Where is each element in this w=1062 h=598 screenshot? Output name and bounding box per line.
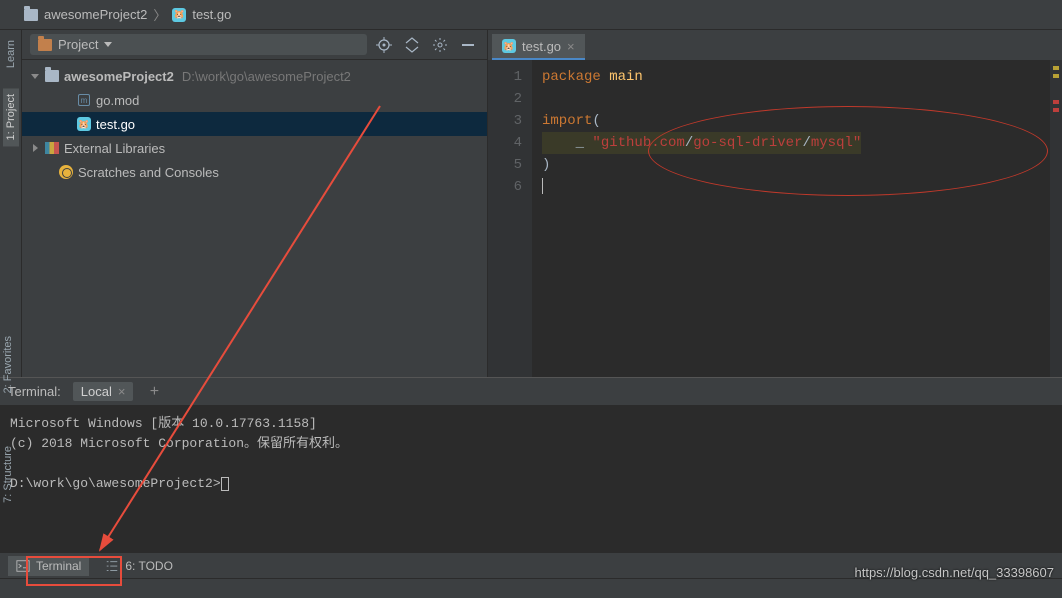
terminal-icon [16, 559, 30, 573]
terminal-panel: Terminal: Local × + Microsoft Windows [版… [0, 377, 1062, 552]
left-tool-strip: Learn 1: Project [0, 30, 22, 377]
terminal-add-button[interactable]: + [145, 383, 163, 401]
breadcrumb-separator: 〉 [153, 5, 166, 24]
close-icon[interactable]: × [118, 384, 126, 399]
string: mysql [811, 135, 853, 151]
go-file-icon: 🐹 [502, 39, 516, 53]
tab-label: test.go [522, 39, 561, 54]
terminal-tab-local[interactable]: Local × [73, 382, 134, 401]
terminal-line: (c) 2018 Microsoft Corporation。保留所有权利。 [10, 436, 348, 451]
line-number: 3 [488, 110, 522, 132]
bottom-todo-button[interactable]: 6: TODO [105, 559, 173, 573]
sep: / [685, 135, 693, 151]
project-header: Project [22, 30, 487, 60]
tree-scratches[interactable]: Scratches and Consoles [22, 160, 487, 184]
warning-mark[interactable] [1053, 74, 1059, 78]
module-icon: m [78, 94, 90, 106]
terminal-line: Microsoft Windows [版本 10.0.17763.1158] [10, 416, 317, 431]
line-number: 5 [488, 154, 522, 176]
go-file-icon: 🐹 [77, 117, 91, 131]
code-area[interactable]: 1 2 3 4 5 6 package main import( _ "gith… [488, 60, 1062, 377]
editor-panel: 🐹 test.go × 1 2 3 4 5 6 package main imp… [488, 30, 1062, 377]
expand-icon[interactable] [30, 144, 40, 152]
terminal-prompt: D:\work\go\awesomeProject2> [10, 476, 221, 491]
terminal-body[interactable]: Microsoft Windows [版本 10.0.17763.1158] (… [0, 406, 1062, 552]
expand-all-button[interactable] [401, 34, 423, 56]
settings-button[interactable] [429, 34, 451, 56]
libraries-icon [45, 142, 59, 154]
status-bar [0, 578, 1062, 598]
keyword: package [542, 69, 601, 85]
string: " [853, 135, 861, 151]
tree-external-libs-label: External Libraries [64, 141, 165, 156]
editor-tabs: 🐹 test.go × [488, 30, 1062, 60]
tree-item-gomod[interactable]: m go.mod [22, 88, 487, 112]
tool-structure[interactable]: 7: Structure [0, 440, 16, 509]
paren: ( [592, 113, 600, 129]
terminal-tab-label: Local [81, 384, 112, 399]
tree-scratches-label: Scratches and Consoles [78, 165, 219, 180]
error-mark[interactable] [1053, 100, 1059, 104]
line-number: 1 [488, 66, 522, 88]
tool-learn[interactable]: Learn [3, 34, 19, 74]
locate-button[interactable] [373, 34, 395, 56]
bottom-terminal-label: Terminal [36, 559, 81, 573]
terminal-caret [221, 477, 229, 491]
tree-item-label: go.mod [96, 93, 139, 108]
todo-icon [105, 559, 119, 573]
scratches-icon [59, 165, 73, 179]
tab-testgo[interactable]: 🐹 test.go × [492, 34, 585, 60]
main-area: Learn 1: Project Project awesomeProject2… [0, 30, 1062, 377]
tool-favorites[interactable]: 2: Favorites [0, 330, 16, 399]
tree-item-label: test.go [96, 117, 135, 132]
paren: ) [542, 157, 550, 173]
tool-project[interactable]: 1: Project [3, 88, 19, 146]
dropdown-icon [104, 42, 112, 47]
bottom-todo-label: 6: TODO [125, 559, 173, 573]
project-panel: Project awesomeProject2 D:\work\go\aweso… [22, 30, 488, 377]
line-number: 6 [488, 176, 522, 198]
string: go-sql-driver [693, 135, 802, 151]
line-number: 2 [488, 88, 522, 110]
expand-icon[interactable] [30, 74, 40, 79]
collapse-button[interactable] [457, 34, 479, 56]
string: github.com [601, 135, 685, 151]
breadcrumb-file-label: test.go [192, 7, 231, 22]
folder-icon [45, 70, 59, 82]
terminal-header: Terminal: Local × + [0, 378, 1062, 406]
breadcrumb-file[interactable]: 🐹 test.go [172, 7, 231, 22]
tree-root[interactable]: awesomeProject2 D:\work\go\awesomeProjec… [22, 64, 487, 88]
project-icon [38, 39, 52, 51]
tree-item-testgo[interactable]: 🐹 test.go [22, 112, 487, 136]
identifier: main [601, 69, 643, 85]
code-text[interactable]: package main import( _ "github.com/go-sq… [532, 60, 1062, 377]
go-file-icon: 🐹 [172, 8, 186, 22]
tree-root-path: D:\work\go\awesomeProject2 [182, 69, 351, 84]
tree-root-name: awesomeProject2 [64, 69, 174, 84]
caret [542, 178, 543, 194]
folder-icon [24, 9, 38, 21]
line-number: 4 [488, 132, 522, 154]
error-stripe[interactable] [1050, 60, 1062, 377]
close-icon[interactable]: × [567, 39, 575, 54]
breadcrumb-project[interactable]: awesomeProject2 [24, 7, 147, 22]
watermark: https://blog.csdn.net/qq_33398607 [855, 565, 1055, 580]
project-view-selector[interactable]: Project [30, 34, 367, 55]
string: " [592, 135, 600, 151]
keyword: import [542, 113, 592, 129]
sep: / [802, 135, 810, 151]
gutter: 1 2 3 4 5 6 [488, 60, 532, 377]
bottom-terminal-button[interactable]: Terminal [8, 556, 89, 576]
project-tree[interactable]: awesomeProject2 D:\work\go\awesomeProjec… [22, 60, 487, 377]
project-title: Project [58, 37, 98, 52]
breadcrumb-project-label: awesomeProject2 [44, 7, 147, 22]
warning-mark[interactable] [1053, 66, 1059, 70]
error-mark[interactable] [1053, 108, 1059, 112]
code: _ [542, 135, 592, 151]
tree-external-libs[interactable]: External Libraries [22, 136, 487, 160]
breadcrumb: awesomeProject2 〉 🐹 test.go [0, 0, 1062, 30]
